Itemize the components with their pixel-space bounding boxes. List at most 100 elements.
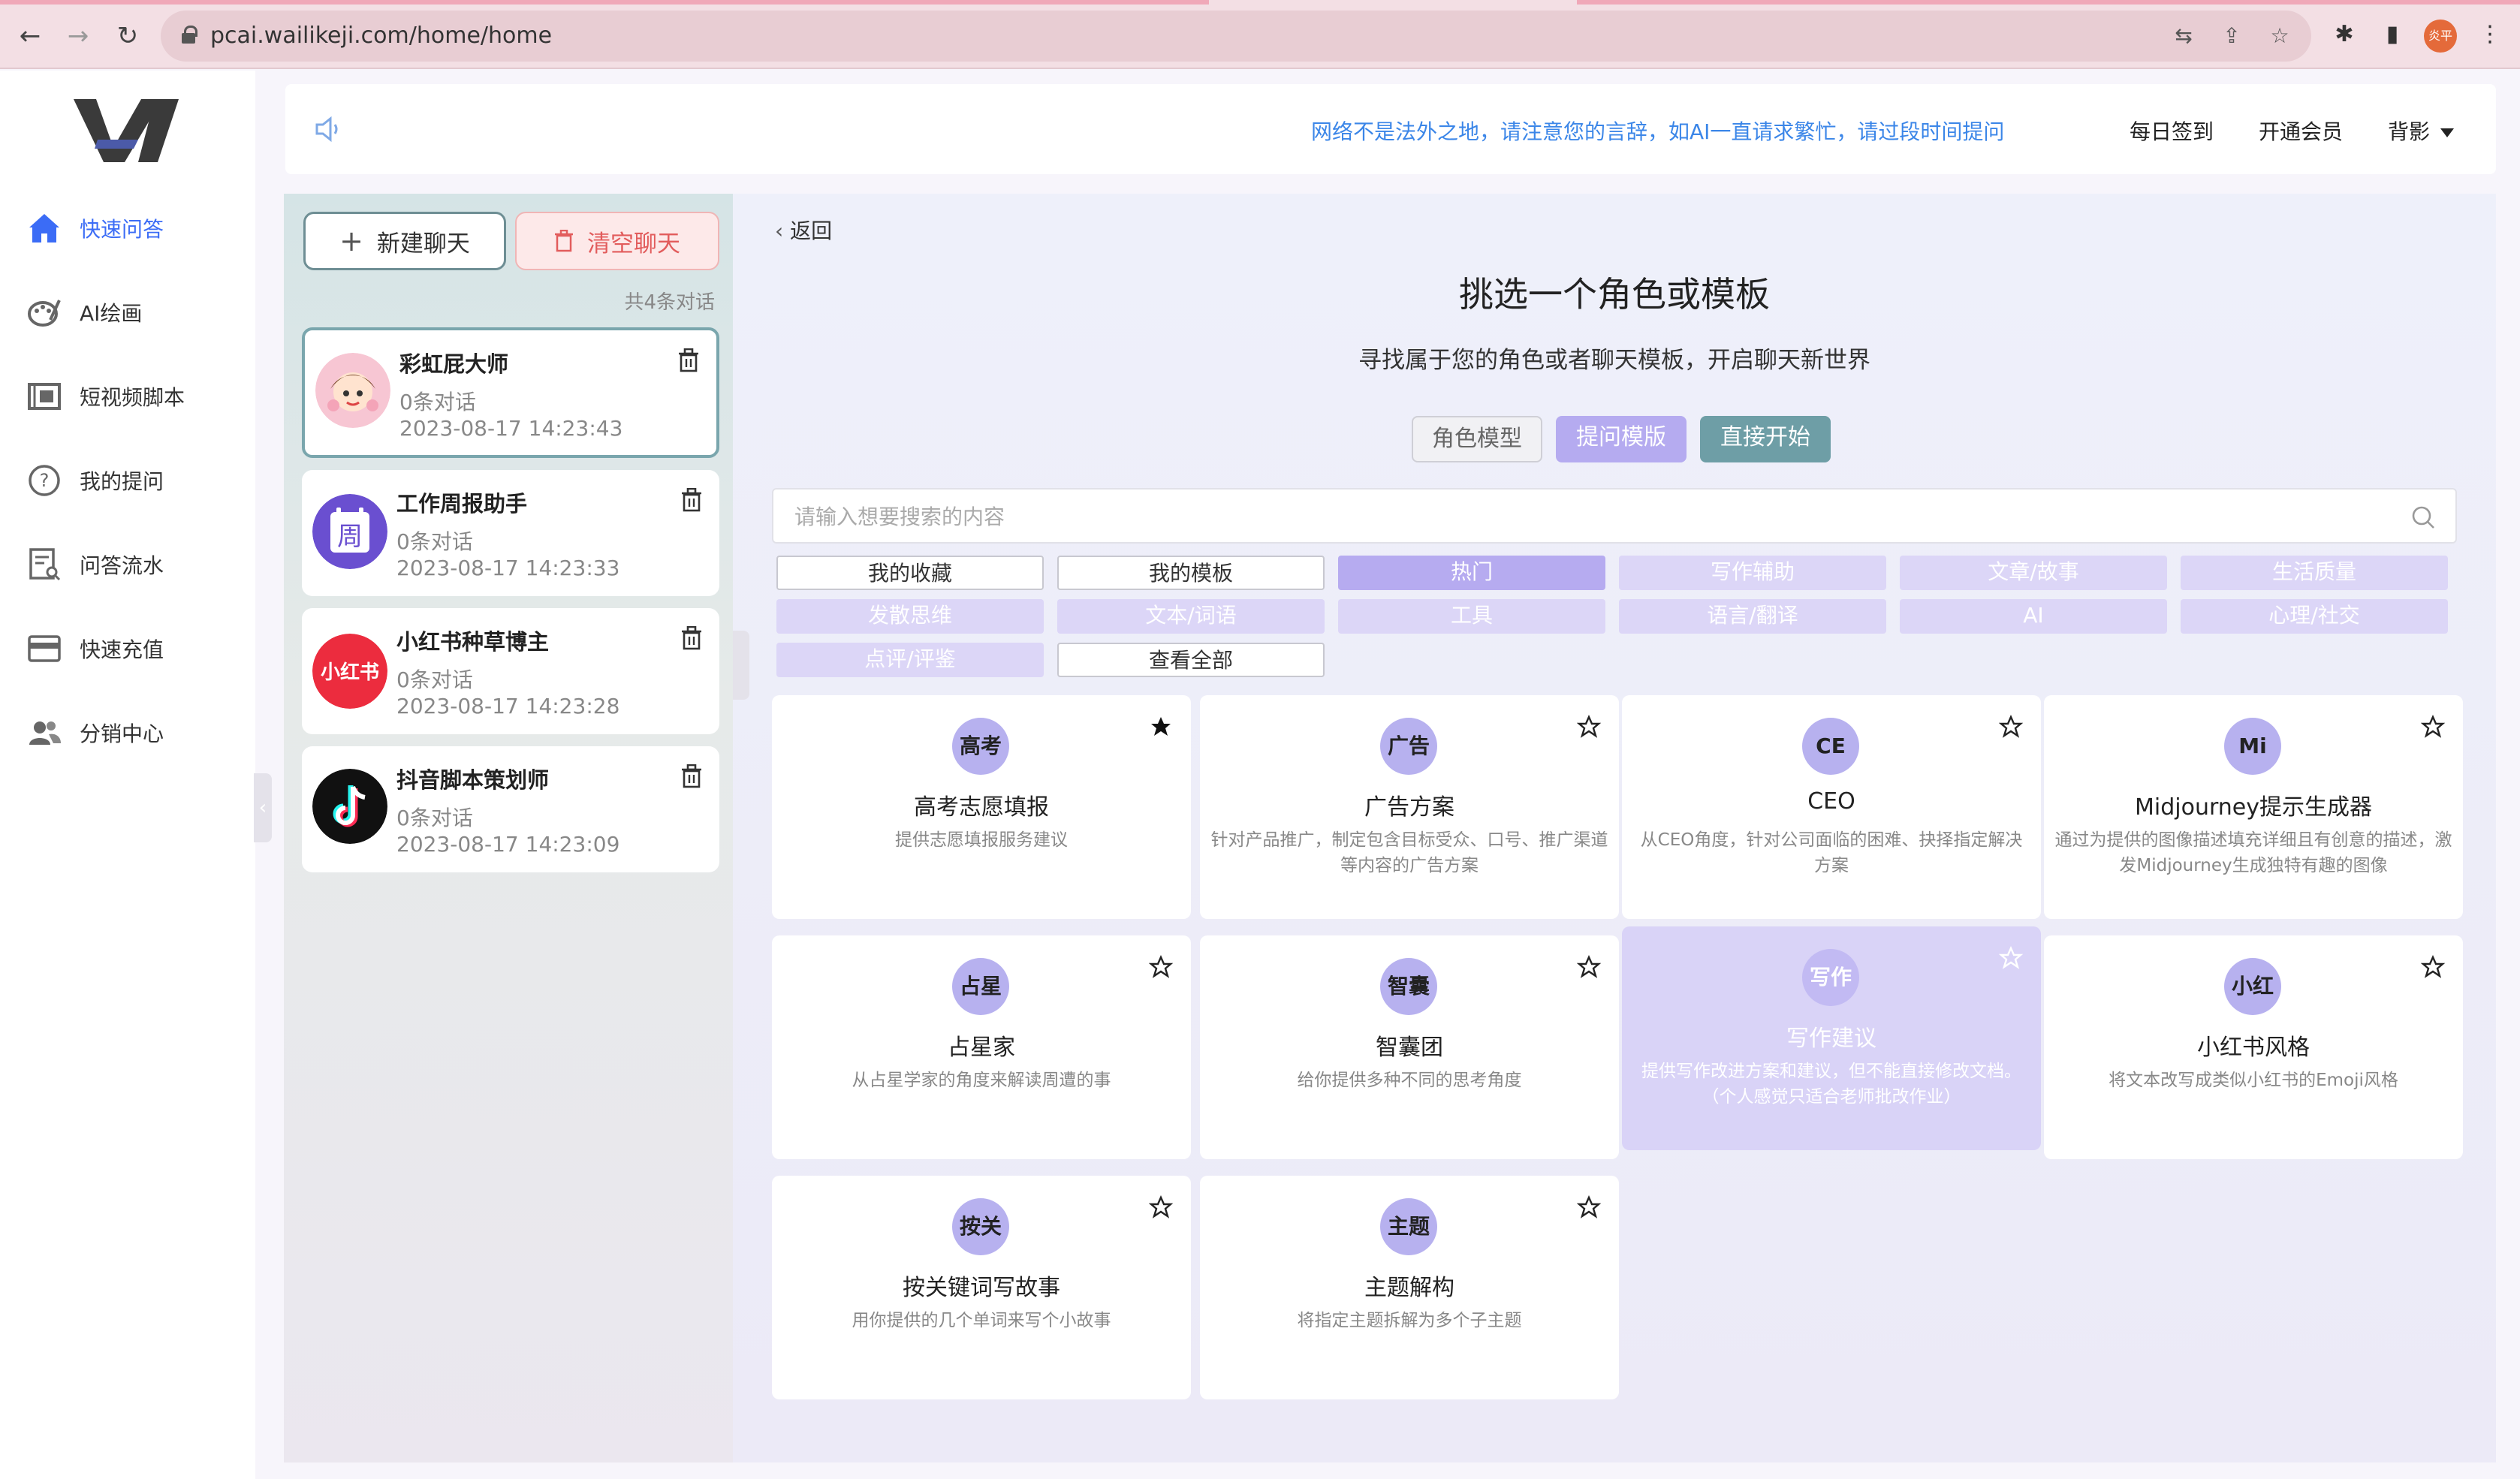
notice-text: 网络不是法外之地，请注意您的言辞，如AI一直请求繁忙，请过段时间提问	[1311, 119, 2005, 144]
search-input[interactable]	[794, 503, 2371, 530]
sidebar-item-quick-qa[interactable]: 快速问答	[27, 206, 164, 251]
forward-nav-icon[interactable]: →	[62, 20, 95, 53]
side-panel-icon[interactable]: ▮	[2377, 20, 2407, 50]
card-title: 主题解构	[1364, 1275, 1454, 1301]
chat-list-item[interactable]: 周 工作周报助手 0条对话 2023-08-17 14:23:33	[302, 470, 719, 596]
star-filled-icon[interactable]	[1149, 715, 1173, 739]
translate-icon[interactable]: ⇆	[2170, 23, 2197, 50]
star-outline-icon[interactable]	[1149, 955, 1173, 979]
extensions-icon[interactable]: ✱	[2329, 20, 2359, 50]
back-label: 返回	[790, 218, 833, 243]
star-outline-icon[interactable]	[1999, 715, 2023, 739]
users-icon	[27, 715, 62, 750]
bookmark-star-icon[interactable]: ☆	[2266, 23, 2293, 50]
chat-list-item[interactable]: 抖音脚本策划师 0条对话 2023-08-17 14:23:09	[302, 746, 719, 872]
delete-trash-icon[interactable]	[680, 764, 703, 788]
new-chat-button[interactable]: + 新建聊天	[303, 212, 506, 270]
sidebar-item-distribution[interactable]: 分销中心	[27, 710, 164, 755]
template-card[interactable]: 占星 占星家 从占星学家的角度来解读周遭的事	[772, 935, 1191, 1159]
sidebar-collapse-handle[interactable]: ‹	[254, 773, 272, 842]
address-url[interactable]: pcai.wailikeji.com/home/home	[210, 23, 552, 49]
sidebar-item-label: 我的提问	[80, 469, 164, 494]
card-badge: Mi	[2224, 718, 2281, 775]
template-card-hovered[interactable]: 写作 写作建议 提供写作改进方案和建议，但不能直接修改文档。（个人感觉只适合老师…	[1622, 926, 2041, 1150]
tag-writing[interactable]: 写作辅助	[1619, 556, 1886, 590]
template-card[interactable]: CE CEO 从CEO角度，针对公司面临的困难、抉择指定解决方案	[1622, 695, 2041, 919]
card-description: 将文本改写成类似小红书的Emoji风格	[2109, 1071, 2398, 1090]
reload-icon[interactable]: ↻	[111, 20, 144, 53]
open-vip-link[interactable]: 开通会员	[2259, 116, 2343, 146]
star-outline-icon[interactable]	[1149, 1195, 1173, 1219]
tag-view-all[interactable]: 查看全部	[1057, 643, 1325, 677]
sidebar-item-label: AI绘画	[80, 301, 143, 326]
tag-review[interactable]: 点评/评鉴	[776, 643, 1044, 677]
template-card[interactable]: 按关 按关键词写故事 用你提供的几个单词来写个小故事	[772, 1176, 1191, 1399]
card-title: CEO	[1807, 788, 1855, 815]
profile-avatar[interactable]: 炎平	[2424, 20, 2457, 53]
tag-psychology-social[interactable]: 心理/社交	[2181, 599, 2448, 634]
sidebar-item-recharge[interactable]: 快速充值	[27, 626, 164, 671]
delete-trash-icon[interactable]	[680, 626, 703, 650]
sidebar-item-qa-history[interactable]: 问答流水	[27, 542, 164, 587]
sidebar-item-short-video[interactable]: 短视频脚本	[27, 374, 185, 419]
star-outline-icon[interactable]	[2421, 715, 2445, 739]
palette-icon	[27, 295, 62, 330]
home-icon	[27, 211, 62, 245]
tag-text-words[interactable]: 文本/词语	[1057, 599, 1325, 634]
sidebar-item-ai-painting[interactable]: AI绘画	[27, 290, 142, 335]
search-icon[interactable]	[2410, 505, 2436, 530]
tag-my-templates[interactable]: 我的模板	[1057, 556, 1325, 590]
trash-icon	[555, 230, 573, 252]
film-icon	[27, 379, 62, 414]
clear-chat-button[interactable]: 清空聊天	[515, 212, 719, 270]
address-bar[interactable]: pcai.wailikeji.com/home/home ⇆ ⇪ ☆	[161, 11, 2311, 62]
card-title: 智囊团	[1376, 1035, 1443, 1061]
sidebar-item-my-questions[interactable]: ? 我的提问	[27, 458, 164, 503]
daily-checkin-link[interactable]: 每日签到	[2130, 116, 2214, 146]
tag-hot[interactable]: 热门	[1338, 556, 1605, 590]
more-menu-icon[interactable]: ⋮	[2475, 20, 2505, 50]
template-card[interactable]: 高考 高考志愿填报 提供志愿填报服务建议	[772, 695, 1191, 919]
star-outline-icon[interactable]	[1577, 715, 1601, 739]
delete-trash-icon[interactable]	[680, 488, 703, 512]
template-search-box[interactable]	[772, 488, 2457, 544]
template-card[interactable]: 智囊 智囊团 给你提供多种不同的思考角度	[1200, 935, 1619, 1159]
star-outline-icon[interactable]	[1999, 946, 2023, 970]
tag-language-translate[interactable]: 语言/翻译	[1619, 599, 1886, 634]
mode-question-template-button[interactable]: 提问模版	[1556, 416, 1687, 462]
mode-role-model-button[interactable]: 角色模型	[1412, 416, 1542, 462]
chat-count-text: 0条对话	[396, 667, 473, 692]
chat-time: 2023-08-17 14:23:43	[399, 416, 623, 441]
template-card[interactable]: 小红 小红书风格 将文本改写成类似小红书的Emoji风格	[2044, 935, 2463, 1159]
star-outline-icon[interactable]	[2421, 955, 2445, 979]
chat-list-item[interactable]: 小红书 小红书种草博主 0条对话 2023-08-17 14:23:28	[302, 608, 719, 734]
tag-ai[interactable]: AI	[1900, 599, 2167, 634]
theme-dropdown[interactable]: 背影	[2388, 116, 2455, 146]
template-card[interactable]: 广告 广告方案 针对产品推广，制定包含目标受众、口号、推广渠道等内容的广告方案	[1200, 695, 1619, 919]
chat-list-item[interactable]: 彩虹屁大师 0条对话 2023-08-17 14:23:43	[302, 327, 719, 458]
chat-name: 工作周报助手	[396, 491, 528, 517]
card-badge: 广告	[1380, 718, 1437, 775]
chat-count: 共4条对话	[624, 291, 715, 314]
tag-article-story[interactable]: 文章/故事	[1900, 556, 2167, 590]
share-icon[interactable]: ⇪	[2218, 23, 2245, 50]
delete-trash-icon[interactable]	[677, 348, 700, 372]
star-outline-icon[interactable]	[1577, 1195, 1601, 1219]
card-badge: CE	[1802, 718, 1859, 775]
back-link[interactable]: ‹ 返回	[775, 215, 832, 245]
panel-resize-handle[interactable]	[733, 631, 749, 700]
tag-tools[interactable]: 工具	[1338, 599, 1605, 634]
card-badge: 小红	[2224, 958, 2281, 1015]
template-card[interactable]: 主题 主题解构 将指定主题拆解为多个子主题	[1200, 1176, 1619, 1399]
template-card[interactable]: Mi Midjourney提示生成器 通过为提供的图像描述填充详细且有创意的描述…	[2044, 695, 2463, 919]
tag-my-favorites[interactable]: 我的收藏	[776, 556, 1044, 590]
chat-name: 小红书种草博主	[396, 629, 550, 655]
card-badge: 智囊	[1380, 958, 1437, 1015]
mode-direct-start-button[interactable]: 直接开始	[1700, 416, 1831, 462]
chat-name: 彩虹屁大师	[399, 351, 509, 377]
star-outline-icon[interactable]	[1577, 955, 1601, 979]
chat-list-panel: + 新建聊天 清空聊天 共4条对话 彩虹屁大师 0条对话 2023-08-17 …	[284, 194, 733, 1462]
tag-divergent[interactable]: 发散思维	[776, 599, 1044, 634]
tag-life-quality[interactable]: 生活质量	[2181, 556, 2448, 590]
back-nav-icon[interactable]: ←	[14, 20, 47, 53]
